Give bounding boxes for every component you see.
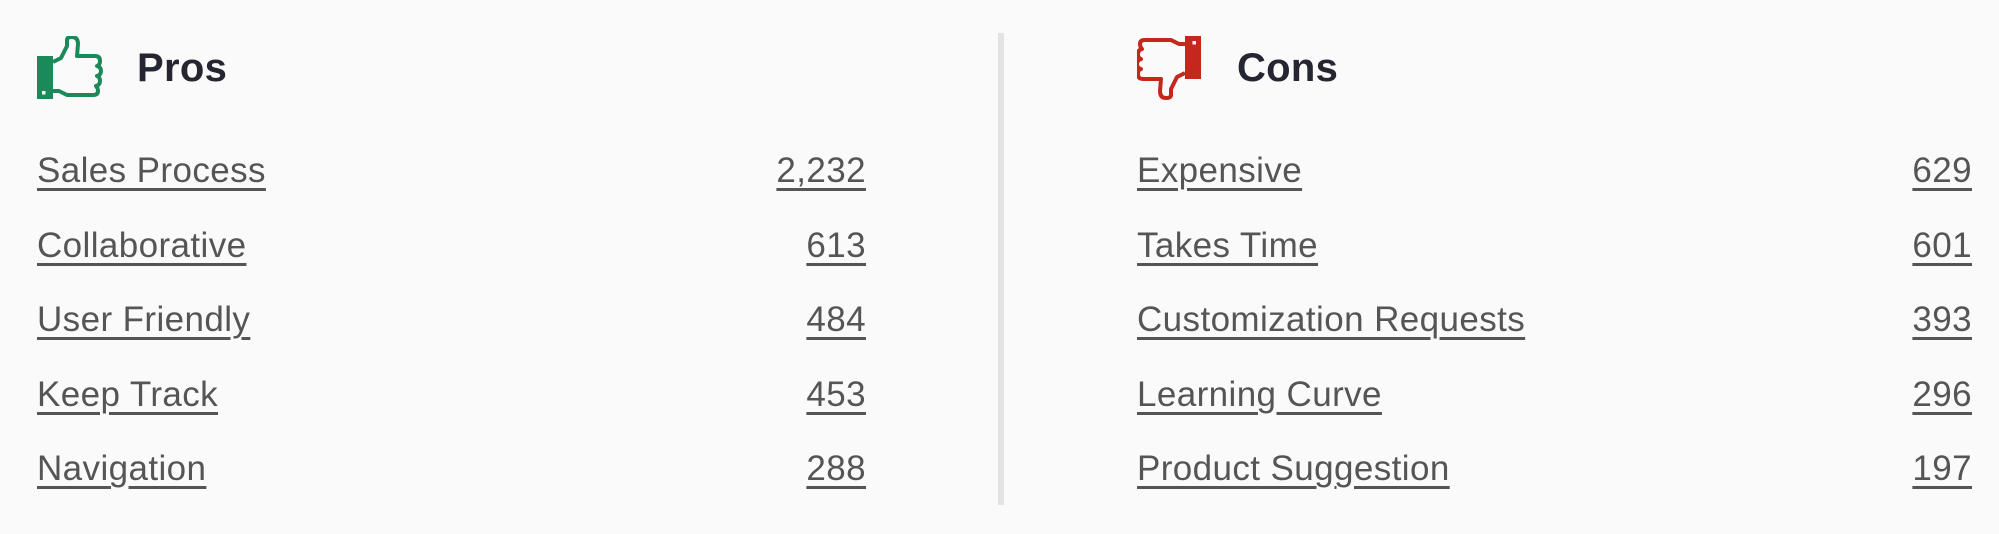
cons-item-count[interactable]: 296 — [1912, 370, 1972, 420]
thumbs-up-icon — [37, 36, 103, 102]
list-item: Keep Track 453 — [37, 370, 866, 445]
cons-item-label[interactable]: Customization Requests — [1137, 295, 1525, 345]
list-item: Learning Curve 296 — [1137, 370, 1972, 445]
thumbs-down-icon — [1137, 36, 1203, 102]
cons-item-label[interactable]: Expensive — [1137, 146, 1302, 196]
pros-section: Pros Sales Process 2,232 Collaborative 6… — [37, 0, 866, 534]
pros-header — [37, 36, 103, 102]
pros-item-label[interactable]: User Friendly — [37, 295, 250, 345]
cons-item-count[interactable]: 197 — [1912, 444, 1972, 494]
cons-section: Cons Expensive 629 Takes Time 601 Custom… — [1137, 0, 1972, 534]
pros-item-label[interactable]: Sales Process — [37, 146, 266, 196]
pros-list: Sales Process 2,232 Collaborative 613 Us… — [37, 146, 866, 519]
pros-item-count[interactable]: 484 — [806, 295, 866, 345]
pros-item-label[interactable]: Navigation — [37, 444, 206, 494]
list-item: Takes Time 601 — [1137, 221, 1972, 296]
list-item: Expensive 629 — [1137, 146, 1972, 221]
cons-item-label[interactable]: Learning Curve — [1137, 370, 1382, 420]
pros-item-label[interactable]: Keep Track — [37, 370, 218, 420]
cons-item-label[interactable]: Product Suggestion — [1137, 444, 1450, 494]
cons-item-count[interactable]: 629 — [1912, 146, 1972, 196]
pros-item-count[interactable]: 613 — [806, 221, 866, 271]
cons-item-count[interactable]: 601 — [1912, 221, 1972, 271]
list-item: Collaborative 613 — [37, 221, 866, 296]
list-item: Customization Requests 393 — [1137, 295, 1972, 370]
list-item: Product Suggestion 197 — [1137, 444, 1972, 519]
pros-item-label[interactable]: Collaborative — [37, 221, 246, 271]
list-item: Sales Process 2,232 — [37, 146, 866, 221]
list-item: Navigation 288 — [37, 444, 866, 519]
cons-item-count[interactable]: 393 — [1912, 295, 1972, 345]
cons-item-label[interactable]: Takes Time — [1137, 221, 1318, 271]
cons-list: Expensive 629 Takes Time 601 Customizati… — [1137, 146, 1972, 519]
pros-item-count[interactable]: 288 — [806, 444, 866, 494]
pros-item-count[interactable]: 2,232 — [776, 146, 866, 196]
pros-item-count[interactable]: 453 — [806, 370, 866, 420]
cons-header — [1137, 36, 1203, 102]
pros-title: Pros — [137, 46, 228, 90]
list-item: User Friendly 484 — [37, 295, 866, 370]
cons-title: Cons — [1237, 46, 1339, 90]
column-divider — [998, 33, 1004, 505]
